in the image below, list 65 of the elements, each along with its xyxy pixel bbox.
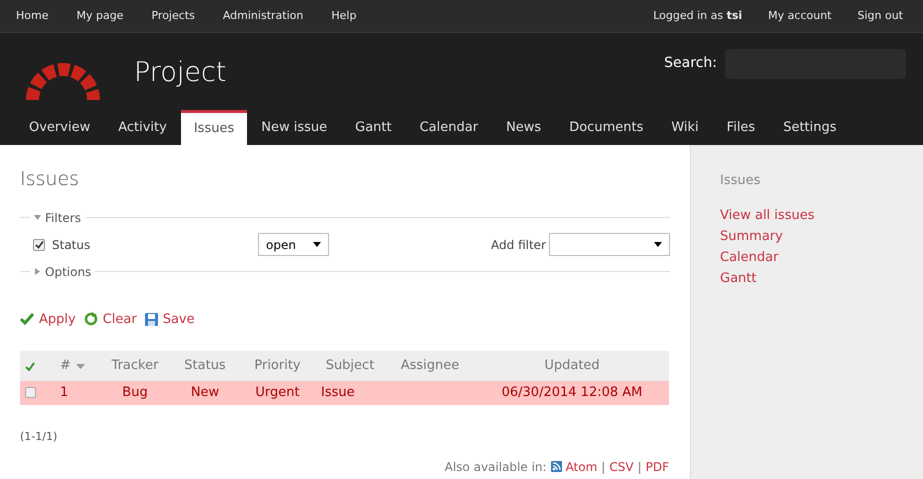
filter-label: Status (52, 236, 92, 254)
column-header[interactable]: Assignee (400, 356, 460, 376)
column-header[interactable]: Tracker (112, 356, 158, 376)
export-link[interactable]: CSV (609, 458, 634, 476)
fieldset-toggle[interactable]: Options (30, 262, 96, 280)
separator-text: | (638, 458, 642, 476)
table-cell[interactable]: Issue (321, 385, 355, 400)
nav-tab[interactable]: Documents (555, 110, 658, 145)
action-link[interactable]: Clear (102, 310, 137, 329)
menu-link[interactable]: Administration (222, 8, 304, 24)
sidebar-link[interactable]: Gantt (720, 268, 756, 288)
column-header[interactable]: Updated (544, 356, 600, 376)
nav-tab[interactable]: Wiki (657, 110, 713, 145)
pagination-text: (1-1/1) (20, 429, 58, 445)
table-cell: 06/30/2014 12:08 AM (502, 385, 642, 400)
menu-link[interactable]: Home (16, 8, 48, 24)
menu-link[interactable]: My page (76, 8, 124, 24)
refresh-icon (84, 312, 98, 326)
sidebar-title: Issues (720, 172, 762, 190)
account-link[interactable]: My account (768, 8, 832, 24)
menu-link[interactable]: Projects (151, 8, 195, 24)
also-available-label: Also available in: (444, 458, 547, 476)
table-cell: Urgent (255, 385, 300, 400)
checkmark-icon (20, 313, 34, 326)
sort-caret-icon (76, 364, 85, 368)
nav-tab[interactable]: Settings (769, 110, 851, 145)
add-filter-select[interactable] (549, 233, 670, 256)
table-cell[interactable]: 1 (60, 385, 68, 400)
sidebar-link[interactable]: View all issues (720, 204, 814, 226)
column-header[interactable]: Subject (326, 356, 374, 376)
action-link[interactable]: Apply (39, 310, 76, 329)
dropdown-caret-icon (313, 242, 321, 247)
table-cell: New (190, 385, 220, 400)
nav-tab[interactable]: New issue (247, 110, 342, 145)
action-link[interactable]: Save (162, 310, 195, 329)
filter-checkbox[interactable] (33, 238, 45, 250)
row-checkbox[interactable] (25, 387, 36, 398)
nav-tab[interactable]: Calendar (406, 110, 492, 145)
nav-tab[interactable]: Gantt (341, 110, 406, 145)
column-header[interactable]: Priority (254, 356, 301, 376)
sidebar-link[interactable]: Summary (720, 226, 783, 246)
project-title: Project (134, 56, 226, 90)
menu-link[interactable]: Help (331, 8, 356, 24)
feed-icon (550, 461, 562, 472)
nav-tab[interactable]: Files (712, 110, 770, 145)
page-title: Issues (20, 167, 80, 192)
nav-tab[interactable]: Activity (104, 110, 181, 145)
logged-in-text: Logged in as tsi (653, 8, 742, 24)
column-header[interactable]: Status (184, 356, 226, 376)
operator-select[interactable]: open (258, 233, 329, 256)
dropdown-caret-icon (654, 242, 662, 247)
nav-tab[interactable]: News (492, 110, 556, 145)
add-filter-label: Add filter (491, 236, 546, 254)
table-cell: Bug (122, 385, 148, 400)
nav-tab[interactable]: Overview (15, 110, 104, 145)
sidebar-link[interactable]: Calendar (720, 246, 778, 268)
export-link[interactable]: Atom (566, 458, 598, 476)
export-link[interactable]: PDF (646, 458, 669, 476)
checkmark-icon[interactable] (25, 362, 35, 370)
nav-tab[interactable]: Issues (180, 110, 248, 145)
separator-text: | (601, 458, 606, 476)
fieldset-toggle[interactable]: Filters (30, 208, 85, 226)
search-label: Search: (664, 54, 717, 73)
account-link[interactable]: Sign out (857, 8, 903, 24)
column-header[interactable]: # (60, 356, 85, 376)
